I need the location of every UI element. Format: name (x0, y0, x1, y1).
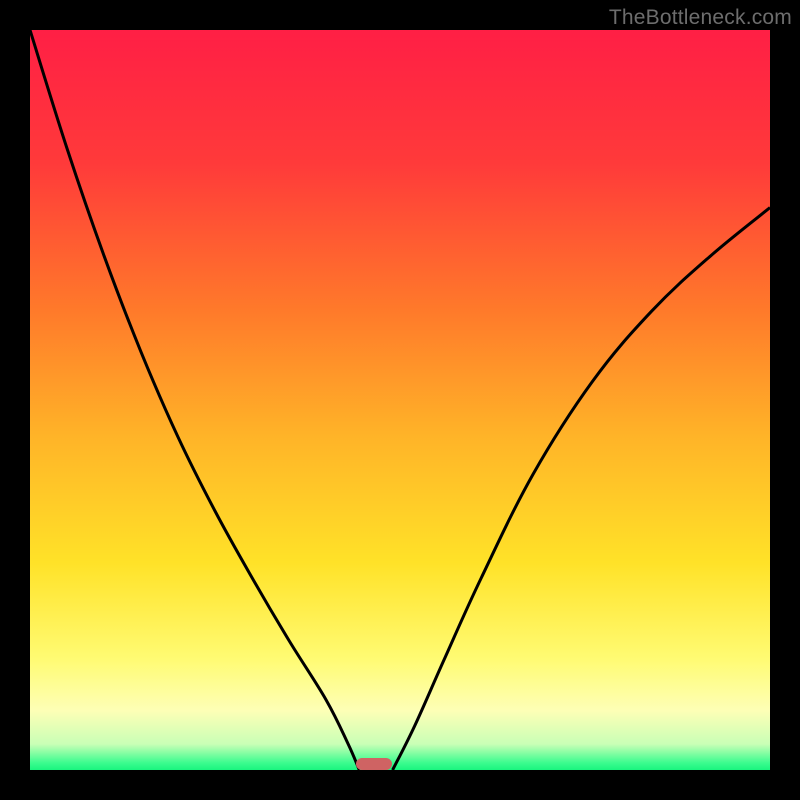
plot-area (30, 30, 770, 770)
background-gradient (30, 30, 770, 770)
watermark-text: TheBottleneck.com (609, 6, 792, 30)
bottleneck-marker (356, 758, 392, 770)
